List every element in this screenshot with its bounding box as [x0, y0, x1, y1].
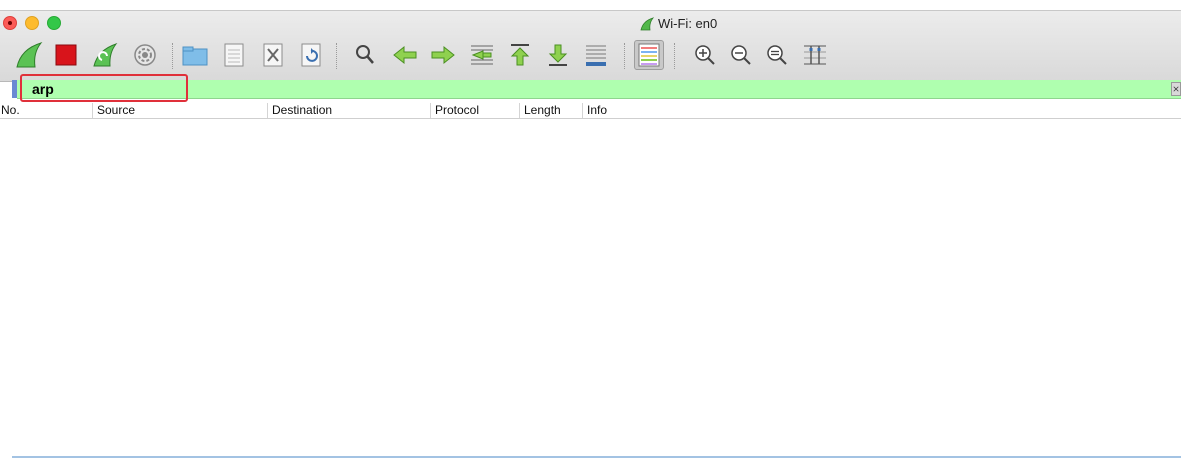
column-header-source[interactable]: Source: [92, 103, 267, 118]
go-last-packet-button[interactable]: [543, 40, 573, 70]
minimize-window-button[interactable]: [25, 16, 39, 30]
capture-options-button[interactable]: [130, 40, 160, 70]
go-first-packet-icon: [510, 44, 530, 66]
find-packet-icon: [356, 45, 374, 64]
capture-options-gear-icon: [134, 44, 156, 66]
save-file-button[interactable]: [219, 40, 249, 70]
go-back-icon: [393, 45, 417, 65]
zoom-in-button[interactable]: [690, 40, 720, 70]
resize-columns-button[interactable]: [800, 40, 830, 70]
restart-capture-fin-icon: [93, 43, 118, 67]
column-header-protocol[interactable]: Protocol: [430, 103, 519, 118]
display-filter-bar: [17, 80, 1181, 99]
auto-scroll-button[interactable]: [581, 40, 611, 70]
column-header-length[interactable]: Length: [519, 103, 582, 118]
zoom-in-icon: [695, 45, 715, 65]
colorize-icon: [638, 43, 660, 67]
reload-file-icon: [301, 43, 321, 67]
toolbar-separator: [624, 43, 626, 69]
open-file-button[interactable]: [180, 40, 210, 70]
close-file-button[interactable]: [258, 40, 288, 70]
zoom-out-icon: [731, 45, 751, 65]
go-back-button[interactable]: [390, 40, 420, 70]
zoom-out-button[interactable]: [726, 40, 756, 70]
save-file-icon: [224, 43, 244, 67]
clear-filter-button[interactable]: ⨯: [1171, 82, 1181, 96]
auto-scroll-icon: [586, 45, 606, 66]
zoom-window-button[interactable]: [47, 16, 61, 30]
column-header-info[interactable]: Info: [582, 103, 1181, 118]
close-file-icon: [263, 43, 283, 67]
resize-columns-icon: [804, 45, 826, 65]
wireshark-fin-icon: [640, 16, 654, 30]
go-forward-icon: [431, 45, 455, 65]
toolbar-separator: [674, 43, 676, 69]
filter-highlight-annotation: [20, 74, 188, 102]
stop-capture-icon: [55, 44, 77, 66]
reload-file-button[interactable]: [296, 40, 326, 70]
open-file-folder-icon: [182, 46, 208, 66]
packet-list-header: No. Source Destination Protocol Length I…: [0, 101, 1181, 119]
pane-splitter[interactable]: [12, 456, 1181, 458]
go-forward-button[interactable]: [428, 40, 458, 70]
main-toolbar: [0, 40, 1181, 72]
column-header-destination[interactable]: Destination: [267, 103, 430, 118]
zoom-normal-button[interactable]: [762, 40, 792, 70]
start-capture-fin-icon: [16, 42, 43, 68]
go-to-packet-button[interactable]: [467, 40, 497, 70]
toolbar-separator: [172, 43, 174, 69]
go-to-packet-icon: [471, 45, 493, 65]
colorize-button[interactable]: [634, 40, 664, 70]
window-title: Wi-Fi: en0: [658, 16, 718, 31]
find-packet-button[interactable]: [350, 40, 380, 70]
start-capture-button[interactable]: [14, 40, 44, 70]
toolbar-separator: [336, 43, 338, 69]
zoom-normal-icon: [767, 45, 787, 65]
window-title-area: Wi-Fi: en0: [640, 16, 717, 31]
window-controls: [3, 16, 61, 30]
window-chrome: Wi-Fi: en0: [0, 10, 1181, 82]
packet-list[interactable]: [0, 119, 1181, 455]
stop-capture-button[interactable]: [51, 40, 81, 70]
restart-capture-button[interactable]: [90, 40, 120, 70]
go-last-packet-icon: [548, 44, 568, 66]
close-window-button[interactable]: [3, 16, 17, 30]
column-header-no[interactable]: No.: [0, 103, 92, 118]
go-first-packet-button[interactable]: [505, 40, 535, 70]
